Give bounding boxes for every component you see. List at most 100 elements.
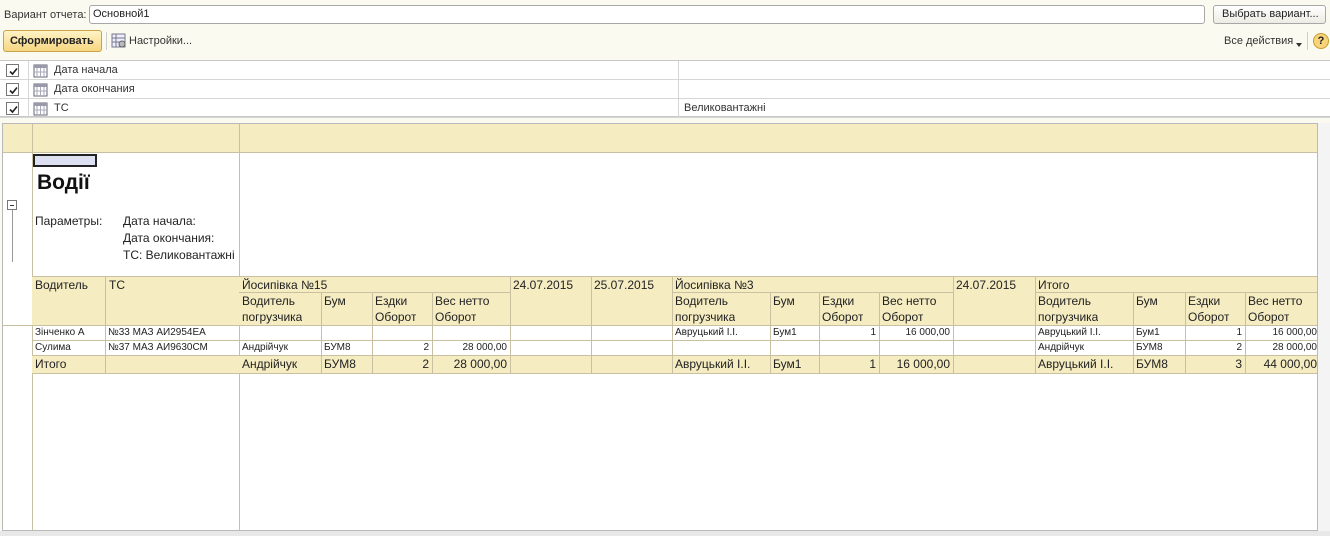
col-header-ts: ТС — [109, 278, 125, 292]
table-cell-bum[interactable]: Бум1 — [773, 327, 797, 338]
sub-header-bum: Бум — [773, 294, 795, 308]
sub-header-loader: погрузчика — [242, 310, 303, 324]
date-header-3: 24.07.2015 — [956, 278, 1017, 292]
table-cell-trips[interactable]: 2 — [372, 342, 429, 353]
table-cell-weight[interactable]: 28 000,00 — [432, 357, 507, 371]
sub-header-loader: Водитель — [675, 294, 729, 308]
list-icon — [33, 101, 48, 116]
table-cell-weight[interactable]: 28 000,00 — [1245, 342, 1318, 353]
table-cell-trips[interactable]: 3 — [1185, 357, 1242, 371]
table-cell-bum[interactable]: БУМ8 — [1136, 342, 1163, 353]
vertical-scrollbar[interactable] — [1318, 123, 1330, 531]
group-header-total: Итого — [1038, 278, 1070, 292]
chevron-down-icon[interactable] — [1296, 38, 1302, 50]
group-header-2: Йосипівка №3 — [675, 278, 754, 292]
sub-header-loader: погрузчика — [1038, 310, 1099, 324]
table-cell-trips[interactable]: 1 — [1185, 327, 1242, 338]
table-cell-weight[interactable]: 44 000,00 — [1245, 357, 1317, 371]
horizontal-scrollbar[interactable] — [0, 531, 1330, 536]
table-cell-trips[interactable]: 1 — [819, 327, 876, 338]
calendar-icon — [33, 82, 48, 97]
settings-icon[interactable] — [111, 33, 127, 49]
calendar-icon — [33, 63, 48, 78]
total-row-label[interactable]: Итого — [35, 357, 66, 371]
report-logo-bar — [33, 154, 97, 167]
param-name: ТС — [54, 102, 69, 114]
table-cell-weight[interactable]: 28 000,00 — [432, 342, 508, 353]
sub-header-trips: Ездки — [1188, 294, 1221, 308]
table-cell-loader[interactable]: Авруцький І.І. — [1038, 357, 1113, 371]
sub-header-weight: Оборот — [882, 310, 924, 324]
params-label: Параметры: — [35, 214, 103, 228]
table-cell-trips[interactable]: 2 — [1185, 342, 1242, 353]
sub-header-weight: Вес нетто — [1248, 294, 1303, 308]
param-line: Дата окончания: — [123, 231, 215, 245]
sub-header-trips: Оборот — [1188, 310, 1230, 324]
sub-header-weight: Оборот — [435, 310, 477, 324]
param-checkbox[interactable] — [6, 83, 19, 96]
table-cell-ts[interactable]: №37 МАЗ АИ9630СМ — [108, 342, 208, 353]
sub-header-weight: Вес нетто — [882, 294, 937, 308]
sheet-column-header — [3, 124, 1317, 153]
table-cell-bum[interactable]: БУМ8 — [324, 342, 351, 353]
all-actions-menu[interactable]: Все действия — [1224, 35, 1293, 47]
sub-header-weight: Вес нетто — [435, 294, 490, 308]
parameters-list: Дата начала Дата окончания ТС Великовант… — [0, 60, 1330, 118]
param-row[interactable]: Дата начала — [0, 61, 1330, 80]
table-cell-weight[interactable]: 16 000,00 — [879, 327, 951, 338]
report-title: Водії — [37, 171, 90, 194]
sub-header-bum: Бум — [324, 294, 346, 308]
param-name: Дата начала — [54, 64, 118, 76]
param-value[interactable]: Великовантажні — [684, 102, 766, 114]
param-row[interactable]: Дата окончания — [0, 80, 1330, 99]
table-cell-bum[interactable]: Бум1 — [773, 357, 801, 371]
param-checkbox[interactable] — [6, 64, 19, 77]
group-header-1: Йосипівка №15 — [242, 278, 328, 292]
sub-header-loader: Водитель — [242, 294, 296, 308]
table-cell-weight[interactable]: 16 000,00 — [1245, 327, 1318, 338]
variant-label: Вариант отчета: — [4, 9, 87, 21]
col-header-driver: Водитель — [35, 278, 89, 292]
date-header-2: 25.07.2015 — [594, 278, 655, 292]
sub-header-loader: Водитель — [1038, 294, 1092, 308]
table-cell-loader[interactable]: Андрійчук — [1038, 342, 1084, 353]
table-cell-loader[interactable]: Андрійчук — [242, 357, 297, 371]
generate-button[interactable]: Сформировать — [3, 30, 102, 52]
report-spreadsheet[interactable]: Водії Параметры: Дата начала: Дата оконч… — [2, 123, 1318, 531]
variant-field[interactable]: Основной1 — [89, 5, 1205, 24]
param-line: ТС: Великовантажні — [123, 248, 235, 262]
collapse-group-icon[interactable] — [7, 200, 17, 210]
param-name: Дата окончания — [54, 83, 135, 95]
sub-header-weight: Оборот — [1248, 310, 1290, 324]
choose-variant-button[interactable]: Выбрать вариант... — [1213, 5, 1326, 24]
table-cell-driver[interactable]: Зінченко А — [35, 327, 85, 338]
table-cell-bum[interactable]: БУМ8 — [1136, 357, 1168, 371]
table-cell-weight[interactable]: 16 000,00 — [879, 357, 950, 371]
table-cell-bum[interactable]: Бум1 — [1136, 327, 1160, 338]
param-checkbox[interactable] — [6, 102, 19, 115]
toolbar-separator-right — [1307, 32, 1308, 50]
settings-button[interactable]: Настройки... — [129, 35, 192, 47]
sub-header-loader: погрузчика — [675, 310, 736, 324]
sub-header-trips: Оборот — [375, 310, 417, 324]
table-cell-loader[interactable]: Авруцький І.І. — [1038, 327, 1101, 338]
sub-header-bum: Бум — [1136, 294, 1158, 308]
table-cell-ts[interactable]: №33 МАЗ АИ2954ЕА — [108, 327, 206, 338]
table-cell-driver[interactable]: Сулима — [35, 342, 71, 353]
param-line: Дата начала: — [123, 214, 196, 228]
toolbar-separator — [106, 32, 107, 50]
table-cell-loader[interactable]: Андрійчук — [242, 342, 288, 353]
table-cell-loader[interactable]: Авруцький І.І. — [675, 327, 738, 338]
report-toolbar: Вариант отчета: Основной1 Выбрать вариан… — [0, 0, 1330, 60]
table-cell-trips[interactable]: 2 — [372, 357, 429, 371]
sub-header-trips: Ездки — [375, 294, 408, 308]
sub-header-trips: Оборот — [822, 310, 864, 324]
sub-header-trips: Ездки — [822, 294, 855, 308]
table-cell-trips[interactable]: 1 — [819, 357, 876, 371]
param-row[interactable]: ТС Великовантажні — [0, 99, 1330, 118]
help-icon[interactable]: ? — [1313, 33, 1329, 49]
date-header-1: 24.07.2015 — [513, 278, 574, 292]
table-cell-loader[interactable]: Авруцький І.І. — [675, 357, 750, 371]
variant-value: Основной1 — [93, 8, 150, 20]
table-cell-bum[interactable]: БУМ8 — [324, 357, 356, 371]
